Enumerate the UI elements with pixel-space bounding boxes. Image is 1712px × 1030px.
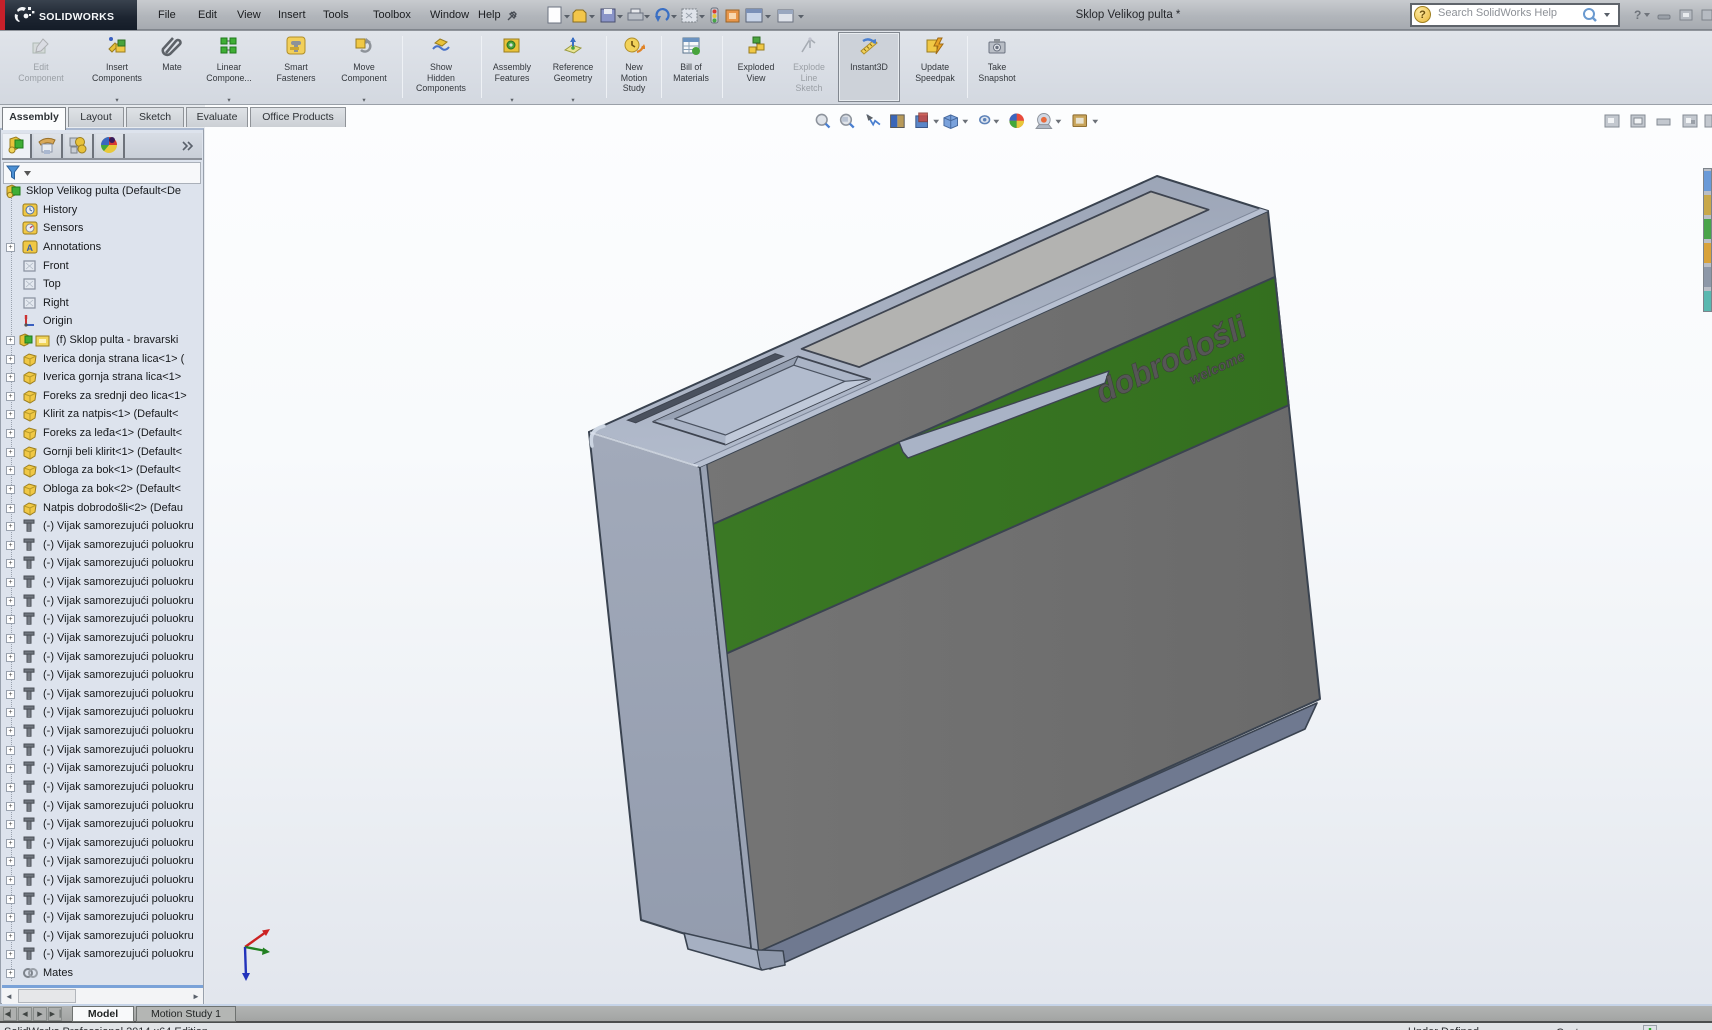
svg-text:SOLIDWORKS: SOLIDWORKS	[39, 11, 114, 23]
svg-text:A: A	[27, 243, 34, 253]
svg-text:?: ?	[1634, 8, 1641, 22]
